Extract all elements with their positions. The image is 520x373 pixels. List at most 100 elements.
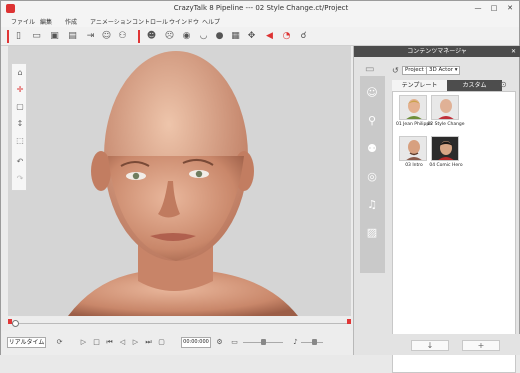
move-icon[interactable]: ✛ <box>15 85 25 95</box>
undo-icon[interactable]: ↶ <box>15 157 25 167</box>
timecode-field[interactable]: 00:00:000 <box>181 337 211 348</box>
back-icon[interactable]: ↺ <box>392 66 399 75</box>
volume-icon[interactable]: ♪ <box>291 338 300 347</box>
app-logo-icon <box>6 4 15 13</box>
camera-icon[interactable]: ▭ <box>230 338 239 347</box>
main-toolbar: ▯ ▭ ▣ ▤ ⇥ ☺ ⚇ ☻ ☹ ◉ ◡ ● ▦ ✥ ◀ ◔ ☌ <box>1 27 519 46</box>
menu-animation[interactable]: アニメーション <box>90 17 132 26</box>
volume-slider-knob[interactable] <box>312 339 317 345</box>
panel-title: コンテンツマネージャ <box>407 48 467 55</box>
avatar-intro <box>400 137 426 160</box>
face-profile-icon[interactable]: ☹ <box>164 31 175 42</box>
actor-wizard-icon[interactable]: ⚇ <box>117 31 128 42</box>
fit-icon[interactable]: ↕ <box>15 119 25 129</box>
minimize-button[interactable]: — <box>472 3 484 13</box>
viewport-tools: ⌂ ✛ ▢ ↕ ⬚ ↶ ↷ <box>11 63 27 191</box>
frame-icon[interactable]: ▢ <box>15 102 25 112</box>
last-frame-icon[interactable]: ⏭ <box>144 338 153 347</box>
content-item-jean-philippe[interactable]: 01 Jean Philippe <box>396 95 432 127</box>
image-tab-icon[interactable]: ▨ <box>363 224 381 242</box>
download-button[interactable]: ↓ <box>411 340 449 351</box>
panel-close-button[interactable]: ✕ <box>511 46 516 57</box>
loop-icon[interactable]: ⟳ <box>55 338 64 347</box>
actor-icon[interactable]: ☺ <box>101 31 112 42</box>
home-icon[interactable]: ⌂ <box>15 68 25 78</box>
puppet-icon[interactable]: ✥ <box>246 31 257 42</box>
play-icon[interactable]: ▷ <box>79 338 88 347</box>
stop-icon[interactable]: □ <box>92 338 101 347</box>
body-tab-icon[interactable]: ⚲ <box>363 112 381 130</box>
menu-create[interactable]: 作成 <box>65 17 77 26</box>
menu-window[interactable]: ウインドウ <box>169 17 199 26</box>
avatar-comic-hero <box>432 137 458 160</box>
breadcrumb-3d-actor-label: 3D Actor <box>429 67 453 73</box>
speed-slider-knob[interactable] <box>261 339 266 345</box>
import-icon[interactable]: ⇥ <box>85 31 96 42</box>
add-button[interactable]: + <box>462 340 500 351</box>
avatar-thumbnail <box>399 136 427 161</box>
toolbar-separator <box>138 30 140 43</box>
tab-template[interactable]: テンプレート <box>392 80 447 91</box>
avatar-thumbnail <box>399 95 427 120</box>
new-file-icon[interactable]: ▯ <box>13 31 24 42</box>
window-title: CrazyTalk 8 Pipeline --- 02 Style Change… <box>173 4 349 12</box>
avatar-style-change <box>432 96 458 119</box>
sound-tab-icon[interactable]: ♫ <box>363 196 381 214</box>
head-tab-icon[interactable]: ☺ <box>363 84 381 102</box>
zoom-icon[interactable]: ⬚ <box>15 136 25 146</box>
timeline-start-marker <box>8 319 12 324</box>
content-item-comic-hero[interactable]: 04 Comic Hero <box>429 136 463 168</box>
record-frame-icon[interactable]: ▢ <box>157 338 166 347</box>
menu-bar: ファイル 編集 作成 アニメーション コントロール ウインドウ ヘルプ <box>1 16 519 27</box>
actor-render <box>68 51 298 316</box>
category-tabs: ☺ ⚲ ⚉ ◎ ♫ ▨ <box>360 76 385 273</box>
timeline-playhead[interactable] <box>12 320 19 327</box>
scene-icon[interactable]: ▤ <box>67 31 78 42</box>
settings-icon[interactable]: ⚙ <box>215 338 224 347</box>
save-icon[interactable]: ▣ <box>49 31 60 42</box>
content-item-label: 02 Style Change <box>427 122 465 127</box>
panel-settings-icon[interactable]: ⊙ <box>500 80 507 89</box>
playback-bar: リアルタイム ⟳ ▷ □ ⏮ ◁ ▷ ⏭ ▢ 00:00:000 ⚙ ▭ ♪ <box>1 331 353 355</box>
realtime-button[interactable]: リアルタイム <box>7 337 46 348</box>
toolbar-separator <box>7 30 9 43</box>
mouth-icon[interactable]: ◡ <box>198 31 209 42</box>
next-frame-icon[interactable]: ▷ <box>131 338 140 347</box>
panel-footer: ↓ + <box>354 334 520 355</box>
timeline-end-marker <box>347 319 351 324</box>
avatar-jean-philippe <box>400 96 426 119</box>
folder-icon[interactable]: ▭ <box>365 64 380 75</box>
content-item-label: 04 Comic Hero <box>429 163 463 168</box>
first-frame-icon[interactable]: ⏮ <box>105 338 114 347</box>
timeline-bar[interactable] <box>8 317 351 331</box>
texture-icon[interactable]: ▦ <box>230 31 241 42</box>
menu-edit[interactable]: 編集 <box>40 17 52 26</box>
tab-custom[interactable]: カスタム <box>447 80 502 91</box>
lip-sync-icon[interactable]: ☌ <box>298 31 309 42</box>
head-icon[interactable]: ● <box>214 31 225 42</box>
face-fitting-icon[interactable]: ☻ <box>146 31 157 42</box>
record-audio-icon[interactable]: ◔ <box>281 31 292 42</box>
breadcrumb-3d-actor[interactable]: 3D Actor ▾ <box>426 66 461 75</box>
content-manager-panel: コンテンツマネージャ ✕ ▭ ↺ Project ▾ 3D Actor ▾ ☺ … <box>353 46 520 373</box>
content-grid: 01 Jean Philippe 02 Style Change 03 Intr… <box>392 91 516 373</box>
open-folder-icon[interactable]: ▭ <box>31 31 42 42</box>
menu-file[interactable]: ファイル <box>11 17 35 26</box>
content-item-style-change[interactable]: 02 Style Change <box>427 95 465 127</box>
accessory-tab-icon[interactable]: ⚉ <box>363 140 381 158</box>
3d-viewport[interactable] <box>8 46 351 316</box>
close-button[interactable]: ✕ <box>504 3 516 13</box>
panel-header: コンテンツマネージャ ✕ <box>354 46 520 57</box>
voice-record-icon[interactable]: ◀ <box>264 31 275 42</box>
timeline-track[interactable] <box>15 323 347 324</box>
content-tabs: テンプレート カスタム <box>392 80 503 91</box>
menu-control[interactable]: コントロール <box>132 17 168 26</box>
motion-tab-icon[interactable]: ◎ <box>363 168 381 186</box>
prev-frame-icon[interactable]: ◁ <box>118 338 127 347</box>
eye-icon[interactable]: ◉ <box>181 31 192 42</box>
content-item-intro[interactable]: 03 Intro <box>399 136 427 168</box>
avatar-thumbnail <box>431 95 459 120</box>
redo-icon[interactable]: ↷ <box>15 174 25 184</box>
maximize-button[interactable]: □ <box>488 3 500 13</box>
menu-help[interactable]: ヘルプ <box>202 17 220 26</box>
